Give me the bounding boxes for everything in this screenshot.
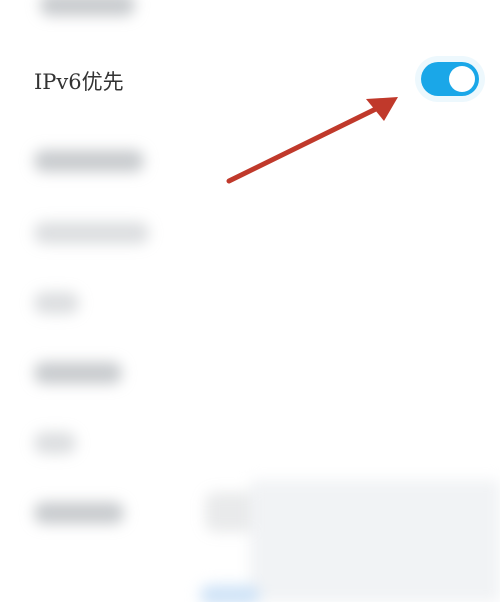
ipv6-priority-toggle[interactable] (421, 62, 479, 96)
blurred-row-5 (34, 432, 76, 454)
ipv6-priority-row: IPv6优先 (0, 50, 500, 110)
blurred-row-1 (34, 150, 144, 172)
toggle-knob (449, 66, 475, 92)
blurred-row-2 (34, 222, 149, 244)
ipv6-priority-label: IPv6优先 (34, 70, 124, 94)
blurred-row-6 (34, 502, 124, 524)
blurred-panel (250, 480, 500, 602)
blurred-row-3 (34, 292, 79, 314)
settings-screen: IPv6优先 (0, 0, 500, 602)
blurred-bottom-accent (200, 585, 260, 602)
blurred-row-4 (34, 362, 122, 384)
blurred-row-top (40, 0, 135, 16)
